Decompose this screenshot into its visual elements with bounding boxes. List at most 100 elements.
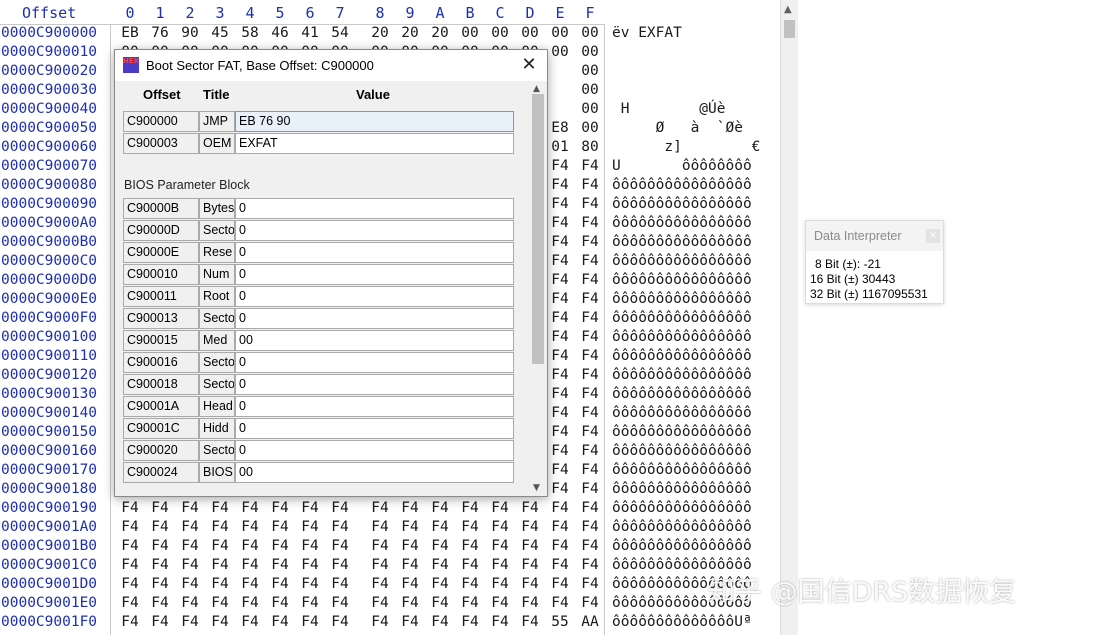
field-value-input[interactable]: 0 — [235, 396, 514, 417]
text-row[interactable]: z] € — [612, 139, 760, 158]
field-value-input[interactable]: 0 — [235, 198, 514, 219]
hex-byte[interactable]: 90 — [179, 25, 201, 41]
hex-byte[interactable]: F4 — [399, 557, 421, 573]
hex-byte[interactable]: F4 — [429, 576, 451, 592]
hex-byte[interactable]: F4 — [579, 443, 601, 459]
hex-byte[interactable]: F4 — [549, 291, 571, 307]
hex-byte[interactable]: F4 — [489, 538, 511, 554]
hex-byte[interactable]: F4 — [549, 367, 571, 383]
hex-byte[interactable]: F4 — [299, 576, 321, 592]
hex-byte[interactable]: F4 — [399, 595, 421, 611]
text-row[interactable]: ôôôôôôôôôôôôôôôô — [612, 253, 752, 272]
hex-byte[interactable]: F4 — [329, 595, 351, 611]
text-row[interactable]: ôôôôôôôôôôôôôôôô — [612, 291, 752, 310]
hex-byte[interactable]: F4 — [369, 595, 391, 611]
hex-byte[interactable]: F4 — [459, 595, 481, 611]
hex-byte[interactable]: F4 — [429, 595, 451, 611]
close-icon[interactable]: × — [926, 229, 940, 243]
field-value-input[interactable]: 0 — [235, 220, 514, 241]
hex-byte[interactable]: F4 — [399, 576, 421, 592]
hex-byte[interactable]: F4 — [459, 519, 481, 535]
field-value-input[interactable]: 0 — [235, 286, 514, 307]
hex-byte[interactable]: AA — [579, 614, 601, 630]
field-value-input[interactable]: 0 — [235, 352, 514, 373]
text-row[interactable]: ôôôôôôôôôôôôôôôô — [612, 462, 752, 481]
hex-byte[interactable]: F4 — [549, 234, 571, 250]
hex-byte[interactable]: F4 — [579, 386, 601, 402]
text-row[interactable]: ôôôôôôôôôôôôôôôô — [612, 500, 752, 519]
hex-byte[interactable]: F4 — [549, 386, 571, 402]
text-row[interactable]: ôôôôôôôôôôôôôôôô — [612, 538, 752, 557]
hex-byte[interactable]: 76 — [149, 25, 171, 41]
hex-byte[interactable]: F4 — [579, 500, 601, 516]
text-row[interactable]: ôôôôôôôôôôôôôôôô — [612, 367, 752, 386]
hex-byte[interactable]: F4 — [489, 500, 511, 516]
hex-byte[interactable]: F4 — [329, 614, 351, 630]
hex-byte[interactable]: F4 — [329, 576, 351, 592]
hex-byte[interactable]: F4 — [369, 614, 391, 630]
field-value-input[interactable]: 00 — [235, 462, 514, 483]
hex-byte[interactable]: F4 — [179, 614, 201, 630]
field-value-input[interactable]: 0 — [235, 418, 514, 439]
field-value-input[interactable]: EB 76 90 — [235, 111, 514, 132]
hex-byte[interactable]: F4 — [429, 557, 451, 573]
hex-byte[interactable]: F4 — [299, 595, 321, 611]
hex-byte[interactable]: F4 — [549, 158, 571, 174]
hex-byte[interactable]: F4 — [489, 519, 511, 535]
hex-byte[interactable]: F4 — [179, 538, 201, 554]
scroll-down-icon[interactable]: ▼ — [533, 483, 540, 493]
hex-byte[interactable]: F4 — [179, 500, 201, 516]
hex-byte[interactable]: F4 — [519, 576, 541, 592]
text-row[interactable]: ôôôôôôôôôôôôôôôô — [612, 481, 752, 500]
scrollbar-thumb[interactable] — [784, 20, 795, 38]
hex-byte[interactable]: 01 — [549, 139, 571, 155]
hex-byte[interactable]: F4 — [239, 576, 261, 592]
hex-byte[interactable]: F4 — [269, 614, 291, 630]
field-value-input[interactable]: 0 — [235, 242, 514, 263]
hex-byte[interactable]: F4 — [429, 614, 451, 630]
hex-byte[interactable]: 45 — [209, 25, 231, 41]
hex-byte[interactable]: F4 — [579, 291, 601, 307]
hex-byte[interactable]: F4 — [299, 519, 321, 535]
hex-byte[interactable]: F4 — [119, 538, 141, 554]
hex-byte[interactable]: F4 — [269, 595, 291, 611]
hex-byte[interactable]: F4 — [549, 329, 571, 345]
hex-byte[interactable]: F4 — [579, 424, 601, 440]
dialog-vertical-scrollbar[interactable]: ▲ ▼ — [530, 83, 546, 494]
hex-byte[interactable]: F4 — [459, 557, 481, 573]
hex-byte[interactable]: F4 — [369, 519, 391, 535]
hex-byte[interactable]: F4 — [549, 272, 571, 288]
hex-byte[interactable]: F4 — [239, 557, 261, 573]
hex-byte[interactable]: F4 — [549, 481, 571, 497]
hex-byte[interactable]: F4 — [579, 595, 601, 611]
hex-byte[interactable]: F4 — [549, 576, 571, 592]
text-row[interactable]: ôôôôôôôôôôôôôôôô — [612, 348, 752, 367]
hex-byte[interactable]: F4 — [579, 272, 601, 288]
hex-byte[interactable]: F4 — [269, 557, 291, 573]
text-row[interactable]: ôôôôôôôôôôôôôôôô — [612, 424, 752, 443]
hex-byte[interactable]: 20 — [399, 25, 421, 41]
hex-byte[interactable]: E8 — [549, 120, 571, 136]
hex-byte[interactable]: F4 — [179, 557, 201, 573]
hex-byte[interactable]: F4 — [489, 595, 511, 611]
hex-byte[interactable]: 55 — [549, 614, 571, 630]
text-row[interactable]: ôôôôôôôôôôôôôôUª — [612, 614, 752, 633]
hex-byte[interactable]: F4 — [579, 348, 601, 364]
text-row[interactable]: ôôôôôôôôôôôôôôôô — [612, 386, 752, 405]
hex-byte[interactable]: F4 — [149, 500, 171, 516]
field-value-input[interactable]: 0 — [235, 308, 514, 329]
hex-byte[interactable]: F4 — [549, 443, 571, 459]
hex-byte[interactable]: F4 — [179, 595, 201, 611]
hex-byte[interactable]: F4 — [209, 538, 231, 554]
hex-byte[interactable]: F4 — [519, 500, 541, 516]
hex-byte[interactable]: F4 — [239, 614, 261, 630]
hex-byte[interactable]: F4 — [519, 557, 541, 573]
hex-byte[interactable]: F4 — [149, 557, 171, 573]
text-row[interactable]: ôôôôôôôôôôôôôôôô — [612, 329, 752, 348]
hex-byte[interactable]: F4 — [549, 595, 571, 611]
hex-byte[interactable]: 54 — [329, 25, 351, 41]
hex-byte[interactable]: F4 — [329, 519, 351, 535]
hex-byte[interactable]: F4 — [299, 557, 321, 573]
hex-byte[interactable]: 20 — [369, 25, 391, 41]
hex-byte[interactable]: F4 — [399, 519, 421, 535]
